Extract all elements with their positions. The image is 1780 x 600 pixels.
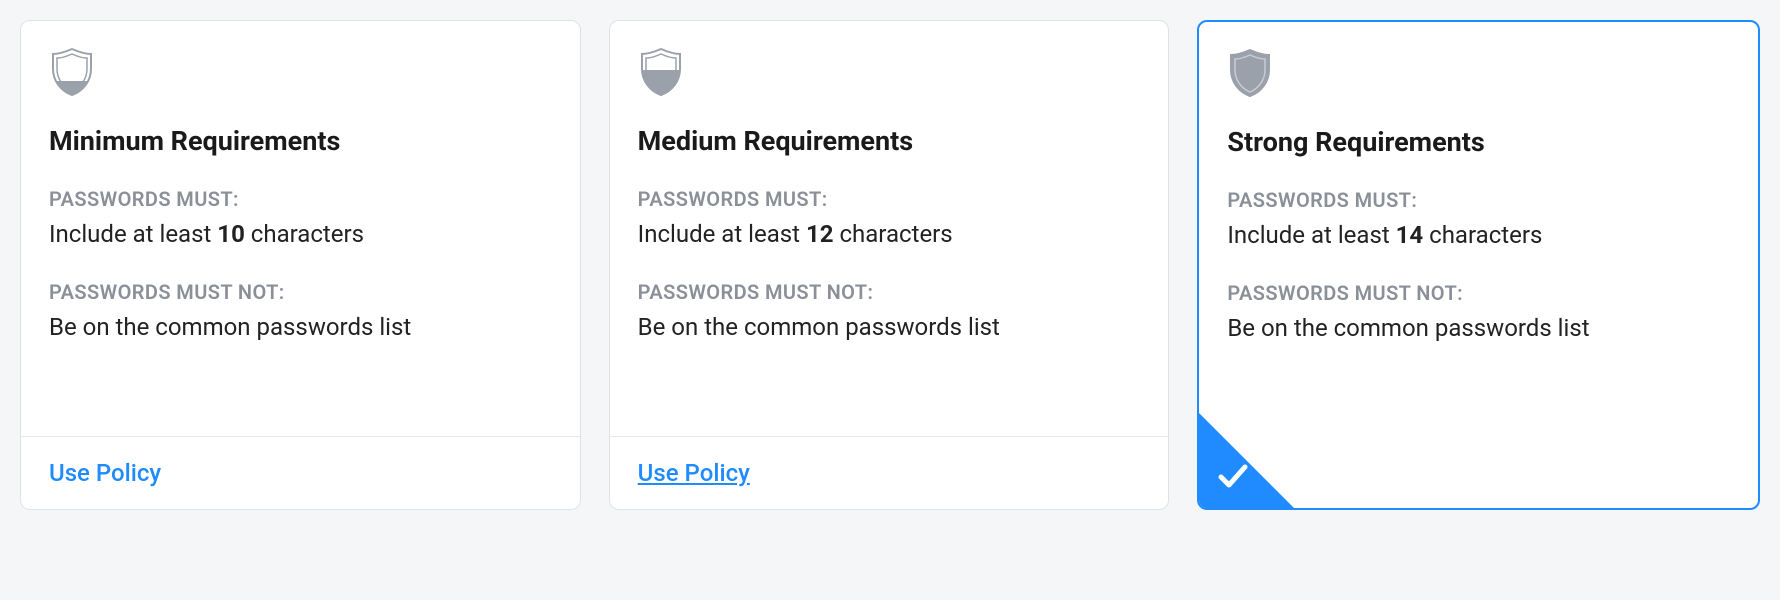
must-suffix: characters	[1423, 221, 1542, 249]
card-title: Strong Requirements	[1227, 126, 1730, 158]
shield-icon	[1227, 48, 1273, 98]
passwords-must-text: Include at least 10 characters	[49, 217, 552, 252]
policy-card-medium[interactable]: Medium Requirements PASSWORDS MUST: Incl…	[609, 20, 1170, 510]
use-policy-link[interactable]: Use Policy	[638, 459, 750, 487]
passwords-must-not-text: Be on the common passwords list	[638, 310, 1141, 345]
passwords-must-not-label: PASSWORDS MUST NOT:	[1227, 281, 1730, 305]
passwords-must-not-label: PASSWORDS MUST NOT:	[638, 280, 1141, 304]
min-chars-value: 14	[1396, 221, 1424, 249]
passwords-must-not-text: Be on the common passwords list	[1227, 311, 1730, 346]
card-body: Minimum Requirements PASSWORDS MUST: Inc…	[21, 21, 580, 436]
card-footer: Use Policy	[610, 436, 1169, 509]
card-body: Medium Requirements PASSWORDS MUST: Incl…	[610, 21, 1169, 436]
passwords-must-not-text: Be on the common passwords list	[49, 310, 552, 345]
passwords-must-label: PASSWORDS MUST:	[1227, 188, 1730, 212]
passwords-must-text: Include at least 12 characters	[638, 217, 1141, 252]
passwords-must-label: PASSWORDS MUST:	[49, 187, 552, 211]
must-suffix: characters	[245, 220, 364, 248]
shield-icon	[638, 47, 684, 97]
passwords-must-text: Include at least 14 characters	[1227, 218, 1730, 253]
card-title: Minimum Requirements	[49, 125, 552, 157]
passwords-must-label: PASSWORDS MUST:	[638, 187, 1141, 211]
policy-card-minimum[interactable]: Minimum Requirements PASSWORDS MUST: Inc…	[20, 20, 581, 510]
shield-icon	[49, 47, 95, 97]
min-chars-value: 10	[217, 220, 245, 248]
card-title: Medium Requirements	[638, 125, 1141, 157]
passwords-must-not-label: PASSWORDS MUST NOT:	[49, 280, 552, 304]
must-prefix: Include at least	[1227, 221, 1395, 249]
policy-card-strong[interactable]: Strong Requirements PASSWORDS MUST: Incl…	[1197, 20, 1760, 510]
use-policy-link[interactable]: Use Policy	[49, 459, 161, 487]
must-suffix: characters	[834, 220, 953, 248]
check-icon	[1215, 458, 1251, 498]
card-footer: Use Policy	[21, 436, 580, 509]
min-chars-value: 12	[806, 220, 834, 248]
must-prefix: Include at least	[49, 220, 217, 248]
policy-cards-row: Minimum Requirements PASSWORDS MUST: Inc…	[20, 20, 1760, 510]
must-prefix: Include at least	[638, 220, 806, 248]
